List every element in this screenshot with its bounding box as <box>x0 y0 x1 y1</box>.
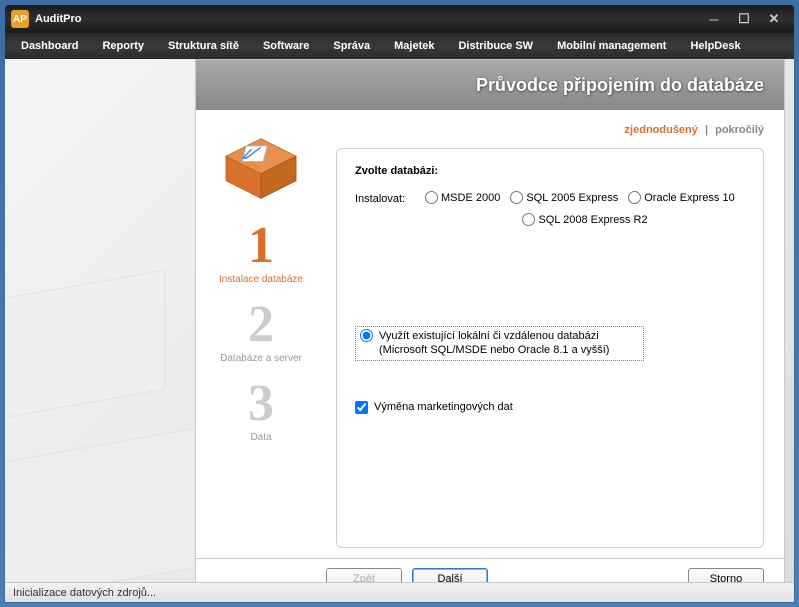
mode-switch: zjednodušený | pokročilý <box>336 122 764 148</box>
app-window: AP AuditPro ─ ☐ ✕ Dashboard Reporty Stru… <box>4 4 795 603</box>
wizard-main: zjednodušený | pokročilý Zvolte databázi… <box>326 110 784 558</box>
wizard-title: Průvodce připojením do databáze <box>196 60 784 110</box>
radio-sql2008r2-label[interactable]: SQL 2008 Express R2 <box>538 214 647 226</box>
wizard-step-1: 1 Instalace databáze <box>206 220 316 285</box>
menubar: Dashboard Reporty Struktura sítě Softwar… <box>5 33 794 59</box>
step-label: Data <box>206 432 316 443</box>
maximize-button[interactable]: ☐ <box>730 10 758 28</box>
menu-distribuce[interactable]: Distribuce SW <box>446 36 545 56</box>
menu-struktura[interactable]: Struktura sítě <box>156 36 251 56</box>
step-label: Databáze a server <box>206 353 316 364</box>
menu-reporty[interactable]: Reporty <box>90 36 156 56</box>
background-decoration <box>4 270 165 429</box>
step-number: 3 <box>206 378 316 430</box>
radio-sql2005-label[interactable]: SQL 2005 Express <box>526 192 618 204</box>
wizard-sidebar: 1 Instalace databáze 2 Databáze a server… <box>196 110 326 558</box>
radio-msde2000[interactable] <box>425 191 438 204</box>
app-icon: AP <box>11 10 29 28</box>
titlebar: AP AuditPro ─ ☐ ✕ <box>5 5 794 33</box>
checkbox-marketing-data[interactable] <box>355 401 368 414</box>
step-label: Instalace databáze <box>206 274 316 285</box>
statusbar: Inicializace datových zdrojů... <box>5 582 794 602</box>
minimize-button[interactable]: ─ <box>700 10 728 28</box>
checkbox-marketing-data-label[interactable]: Výměna marketingových dat <box>374 401 513 413</box>
radio-sql2008r2[interactable] <box>522 213 535 226</box>
radio-oracle10-label[interactable]: Oracle Express 10 <box>644 192 734 204</box>
app-title: AuditPro <box>35 13 81 25</box>
radio-sql2005[interactable] <box>510 191 523 204</box>
menu-sprava[interactable]: Správa <box>321 36 382 56</box>
choose-db-label: Zvolte databázi: <box>355 165 745 177</box>
menu-majetek[interactable]: Majetek <box>382 36 446 56</box>
mode-advanced-link[interactable]: pokročilý <box>715 124 764 136</box>
wizard-panel: Zvolte databázi: Instalovat: MSDE 2000 <box>336 148 764 548</box>
menu-software[interactable]: Software <box>251 36 321 56</box>
menu-dashboard[interactable]: Dashboard <box>9 36 90 56</box>
radio-existing-db-label[interactable]: Využít existující lokální či vzdálenou d… <box>379 329 639 358</box>
mode-simple-link[interactable]: zjednodušený <box>625 124 698 136</box>
status-text: Inicializace datových zdrojů... <box>13 587 156 599</box>
mode-separator: | <box>705 124 708 136</box>
radio-oracle10[interactable] <box>628 191 641 204</box>
radio-msde2000-label[interactable]: MSDE 2000 <box>441 192 500 204</box>
close-button[interactable]: ✕ <box>760 10 788 28</box>
step-number: 1 <box>206 220 316 272</box>
radio-existing-db[interactable] <box>360 329 373 342</box>
menu-mobilni[interactable]: Mobilní management <box>545 36 678 56</box>
menu-helpdesk[interactable]: HelpDesk <box>678 36 752 56</box>
wizard-dialog: Průvodce připojením do databáze 1 <box>195 59 785 599</box>
install-label: Instalovat: <box>355 191 425 205</box>
database-box-icon <box>216 130 306 200</box>
content-area: Průvodce připojením do databáze 1 <box>5 59 794 602</box>
background-decoration <box>4 426 205 603</box>
wizard-step-2: 2 Databáze a server <box>206 299 316 364</box>
step-number: 2 <box>206 299 316 351</box>
wizard-step-3: 3 Data <box>206 378 316 443</box>
